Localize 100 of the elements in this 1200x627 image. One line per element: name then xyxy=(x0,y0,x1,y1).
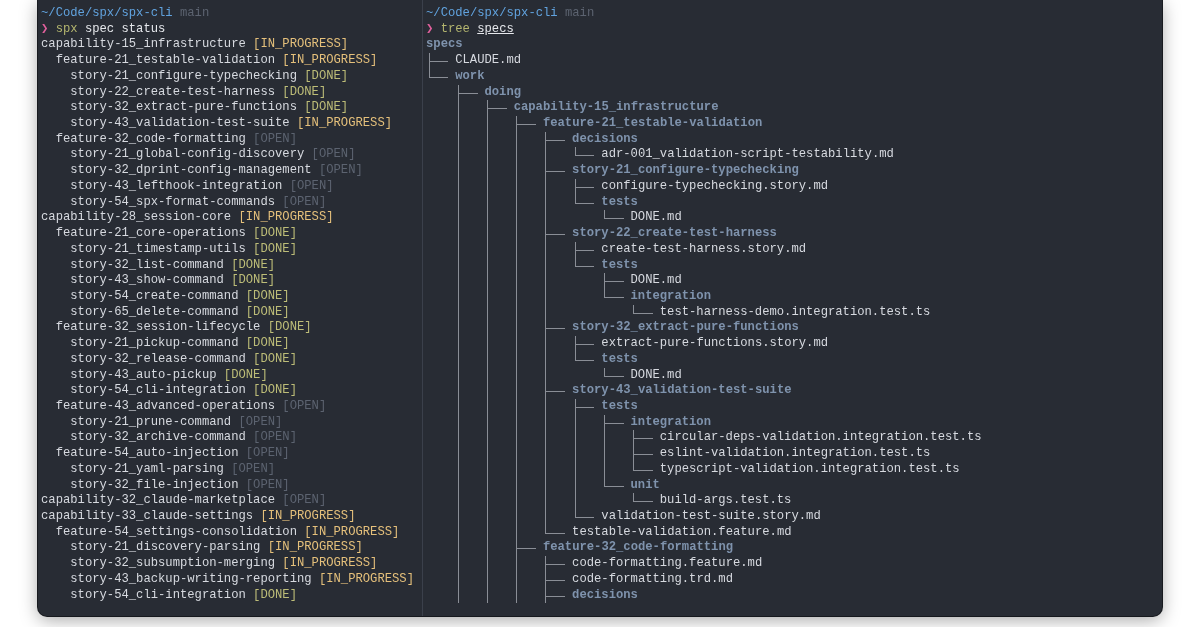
file-name: DONE.md xyxy=(630,273,682,289)
folder-name: decisions xyxy=(572,131,638,148)
spec-name: story-21_discovery-parsing xyxy=(70,540,261,557)
status-label: [OPEN] xyxy=(311,147,356,164)
spec-name: story-54_create-command xyxy=(70,288,239,305)
status-label: [IN_PROGRESS] xyxy=(238,210,334,227)
status-label: [DONE] xyxy=(245,336,290,352)
folder-name: work xyxy=(455,68,485,85)
status-label: [DONE] xyxy=(253,587,297,604)
file-name: adr-001_validation-script-testability.md xyxy=(601,147,894,164)
spec-name: feature-54_settings-consolidation xyxy=(55,524,297,541)
spec-name: story-21_yaml-parsing xyxy=(70,461,224,478)
spec-name: story-21_configure-typechecking xyxy=(70,68,297,85)
status-label: [DONE] xyxy=(304,68,349,85)
spec-name: story-43_backup-writing-reporting xyxy=(70,571,312,588)
folder-name: tests xyxy=(601,257,638,274)
status-label: [IN_PROGRESS] xyxy=(282,53,378,69)
spec-name: story-32_subsumption-merging xyxy=(70,556,276,572)
folder-name: integration xyxy=(630,414,711,431)
prompt-symbol: ❯ xyxy=(41,21,49,38)
status-label: [DONE] xyxy=(253,351,297,368)
command-name: spx xyxy=(55,21,78,38)
spec-name: feature-32_code-formatting xyxy=(55,131,246,148)
directory-path: ~/Code/spx/spx-cli xyxy=(426,6,558,22)
git-branch: main xyxy=(564,6,595,22)
folder-name: story-22_create-test-harness xyxy=(572,226,777,242)
status-label: [OPEN] xyxy=(318,163,363,179)
status-label: [DONE] xyxy=(223,367,268,384)
status-label: [DONE] xyxy=(267,320,312,337)
folder-name: decisions xyxy=(572,587,638,604)
folder-name: doing xyxy=(484,84,521,101)
status-label: [OPEN] xyxy=(231,461,276,478)
spec-name: feature-54_auto-injection xyxy=(55,446,239,462)
spec-name: story-32_dprint-config-management xyxy=(70,163,312,179)
command-name: tree xyxy=(440,21,470,38)
spec-name: story-54_cli-integration xyxy=(70,383,246,399)
spec-name: capability-15_infrastructure xyxy=(41,37,246,54)
file-name: build-args.test.ts xyxy=(659,493,792,509)
status-label: [OPEN] xyxy=(253,131,297,148)
spec-name: story-43_validation-test-suite xyxy=(70,116,290,132)
folder-name: tests xyxy=(601,351,638,368)
file-name: test-harness-demo.integration.test.ts xyxy=(659,304,931,321)
status-label: [DONE] xyxy=(253,241,297,258)
spec-name: story-43_auto-pickup xyxy=(70,367,217,384)
folder-name: tests xyxy=(601,398,638,415)
status-label: [IN_PROGRESS] xyxy=(267,540,363,557)
file-name: DONE.md xyxy=(630,367,682,384)
spec-name: story-21_prune-command xyxy=(70,414,232,431)
status-label: [DONE] xyxy=(253,383,297,399)
folder-name: feature-32_code-formatting xyxy=(542,540,734,557)
status-label: [OPEN] xyxy=(253,430,297,447)
file-name: typescript-validation.integration.test.ts xyxy=(659,461,960,478)
prompt-symbol: ❯ xyxy=(426,21,434,38)
spec-name: story-21_timestamp-utils xyxy=(70,241,246,258)
status-label: [IN_PROGRESS] xyxy=(297,116,393,132)
status-label: [OPEN] xyxy=(238,414,283,431)
status-label: [DONE] xyxy=(231,257,276,274)
file-name: eslint-validation.integration.test.ts xyxy=(659,446,931,462)
file-name: circular-deps-validation.integration.test.ts xyxy=(659,430,982,447)
file-name: code-formatting.feature.md xyxy=(572,556,763,572)
status-label: [DONE] xyxy=(304,100,349,117)
spec-name: story-32_archive-command xyxy=(70,430,246,447)
spec-name: story-54_cli-integration xyxy=(70,587,246,604)
spec-name: story-21_pickup-command xyxy=(70,336,239,352)
spec-name: story-65_delete-command xyxy=(70,304,239,321)
directory-path: ~/Code/spx/spx-cli xyxy=(41,6,173,22)
status-label: [DONE] xyxy=(245,288,290,305)
file-name: configure-typechecking.story.md xyxy=(601,178,829,195)
folder-name: integration xyxy=(630,288,711,305)
status-label: [IN_PROGRESS] xyxy=(260,509,356,525)
status-label: [OPEN] xyxy=(245,446,290,462)
file-name: DONE.md xyxy=(630,210,682,227)
folder-name: story-21_configure-typechecking xyxy=(572,163,799,179)
spec-name: story-21_global-config-discovery xyxy=(70,147,305,164)
spec-name: feature-21_core-operations xyxy=(55,226,246,242)
status-label: [IN_PROGRESS] xyxy=(304,524,400,541)
file-name: code-formatting.trd.md xyxy=(572,571,733,588)
spec-name: story-32_list-command xyxy=(70,257,224,274)
folder-name: unit xyxy=(630,477,660,494)
command-arguments: spec status xyxy=(84,21,166,38)
status-label: [DONE] xyxy=(253,226,297,242)
spec-name: feature-21_testable-validation xyxy=(55,53,276,69)
spec-name: capability-32_claude-marketplace xyxy=(41,493,276,509)
status-label: [OPEN] xyxy=(289,178,334,195)
folder-name: tests xyxy=(601,194,638,211)
folder-name: specs xyxy=(426,37,463,54)
file-name: validation-test-suite.story.md xyxy=(601,509,821,525)
spec-name: capability-33_claude-settings xyxy=(41,509,254,525)
status-label: [OPEN] xyxy=(282,194,327,211)
status-label: [IN_PROGRESS] xyxy=(282,556,378,572)
folder-name: capability-15_infrastructure xyxy=(513,100,719,117)
file-name: testable-validation.feature.md xyxy=(572,524,792,541)
status-label: [OPEN] xyxy=(245,477,290,494)
command-arguments: specs xyxy=(477,21,514,38)
folder-name: feature-21_testable-validation xyxy=(542,116,763,132)
spec-name: story-43_lefthook-integration xyxy=(70,178,283,195)
status-label: [OPEN] xyxy=(282,398,327,415)
folder-name: story-32_extract-pure-functions xyxy=(572,320,799,337)
status-label: [DONE] xyxy=(231,273,276,289)
status-label: [IN_PROGRESS] xyxy=(253,37,349,54)
